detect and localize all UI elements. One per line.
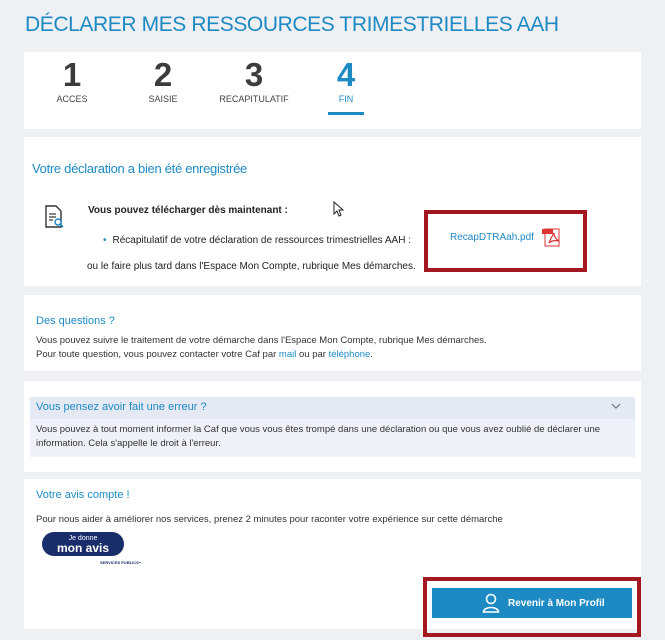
error-body: Vous pouvez à tout moment informer la Ca… [30,419,635,457]
step-saisie: 2 SAISIE [140,56,186,105]
step-recapitulatif: 3 RECAPITULATIF [204,56,304,105]
page-title: DÉCLARER MES RESSOURCES TRIMESTRIELLES A… [25,13,559,36]
questions-line-2-suffix: . [370,349,373,360]
step-label: SAISIE [148,94,178,104]
questions-panel: Des questions ? Vous pouvez suivre le tr… [24,295,641,371]
feedback-heading: Votre avis compte ! [36,489,130,501]
step-label: RECAPITULATIF [219,94,289,104]
active-step-indicator [328,112,364,115]
questions-line-2: Pour toute question, vous pouvez contact… [36,349,373,360]
document-search-icon [45,205,64,228]
bullet-dot-icon: • [103,235,107,246]
questions-line-2-prefix: Pour toute question, vous pouvez contact… [36,349,279,360]
pdf-highlight-box [424,210,587,272]
step-acces: 1 ACCES [52,56,92,105]
questions-line-1: Vous pouvez suivre le traitement de votr… [36,335,487,346]
progress-steps: 1 ACCES 2 SAISIE 3 RECAPITULATIF 4 FIN [24,52,641,129]
step-number: 4 [336,56,356,93]
recap-bullet: • Récapitulatif de votre déclaration de r… [103,235,411,246]
mail-link[interactable]: mail [279,349,296,360]
step-number: 1 [62,56,82,93]
questions-line-2-mid: ou par [296,349,329,360]
questions-heading: Des questions ? [36,315,115,327]
error-panel: Vous pensez avoir fait une erreur ? Vous… [24,381,641,472]
step-fin: 4 FIN [326,58,366,115]
step-number: 3 [244,56,264,93]
mouse-cursor-icon [333,201,345,217]
later-text: ou le faire plus tard dans l'Espace Mon … [87,261,416,272]
chevron-down-icon [611,403,621,409]
recap-bullet-text: Récapitulatif de votre déclaration de re… [112,235,411,246]
phone-link[interactable]: téléphone [329,349,371,360]
step-label: ACCES [56,94,88,104]
badge-big-text: mon avis [56,541,110,555]
download-title: Vous pouvez télécharger dès maintenant : [88,205,288,216]
button-highlight-box [423,577,641,637]
error-heading: Vous pensez avoir fait une erreur ? [36,401,207,413]
je-donne-mon-avis-badge[interactable]: Je donne mon avis [42,532,124,556]
error-accordion-header[interactable]: Vous pensez avoir fait une erreur ? [30,397,635,419]
feedback-text: Pour nous aider à améliorer nos services… [36,514,503,525]
step-label: FIN [338,94,354,104]
confirmation-heading: Votre déclaration a bien été enregistrée [32,161,247,176]
step-number: 2 [153,56,173,93]
services-publics-logo: SERVICES PUBLICS+ [100,560,142,565]
